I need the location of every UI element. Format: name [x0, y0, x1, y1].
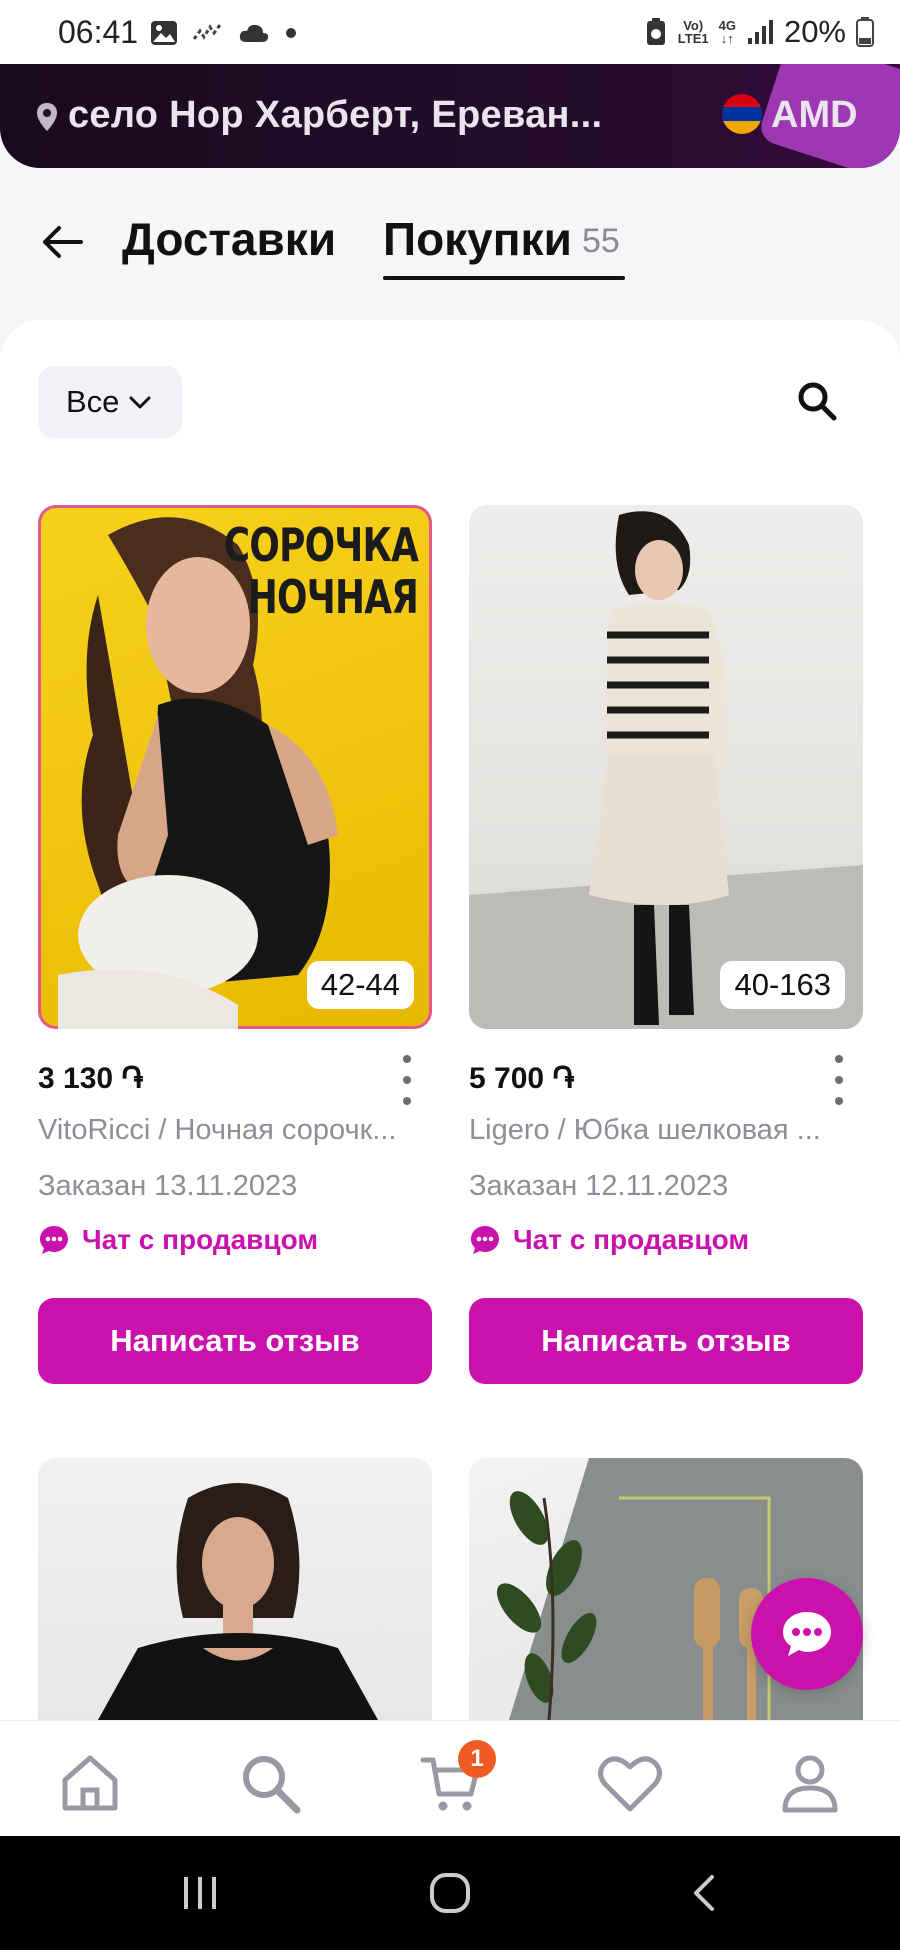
dot [403, 1076, 411, 1084]
support-chat-button[interactable] [751, 1578, 863, 1690]
order-date: Заказан 12.11.2023 [469, 1170, 729, 1202]
nav-search-button[interactable] [235, 1748, 305, 1818]
home-circle-icon [430, 1873, 470, 1913]
product-title[interactable]: Ligero / Юбка шелковая ... [469, 1114, 863, 1147]
write-review-button[interactable]: Написать отзыв [469, 1298, 863, 1384]
search-button[interactable] [790, 374, 844, 428]
dot [403, 1097, 411, 1105]
size-badge: 40-163 [720, 961, 845, 1009]
recent-apps-button[interactable] [170, 1866, 230, 1920]
product-image[interactable]: 40-163 [469, 505, 863, 1029]
dot [835, 1076, 843, 1084]
location-pin-icon [37, 103, 57, 131]
tab-purchases[interactable]: Покупки [383, 212, 572, 266]
active-tab-indicator [383, 276, 625, 280]
dot [403, 1055, 411, 1063]
dot [835, 1055, 843, 1063]
image-caption-line-1: СОРОЧКА [223, 518, 419, 572]
dot-icon [286, 28, 296, 38]
profile-icon [782, 1755, 838, 1813]
image-icon [151, 21, 177, 45]
location-text: село Нор Харберт, Ереван... [68, 94, 603, 136]
network-4g-icon: 4G ↓↑ [718, 18, 736, 46]
home-system-button[interactable] [420, 1866, 480, 1920]
filter-dropdown[interactable]: Все [38, 366, 182, 438]
back-system-button[interactable] [673, 1866, 733, 1920]
chat-with-seller-link[interactable]: Чат с продавцом [469, 1224, 749, 1256]
signal-wave-icon [192, 24, 222, 40]
product-image[interactable]: СОРОЧКА НОЧНАЯ 42-44 [38, 505, 432, 1029]
product-menu-button[interactable] [397, 1055, 417, 1105]
chat-label: Чат с продавцом [82, 1224, 319, 1255]
chevron-down-icon [129, 396, 151, 409]
product-image-caption: СОРОЧКА НОЧНАЯ [223, 518, 419, 624]
tab-deliveries[interactable]: Доставки [122, 212, 336, 266]
chat-bubble-icon [40, 1226, 68, 1254]
order-date: Заказан 13.11.2023 [38, 1170, 298, 1202]
cloud-icon [239, 24, 269, 42]
chat-bubble-icon [783, 1612, 831, 1656]
product-photo-woman-skirt [469, 511, 863, 1029]
product-price: 5 700 ֏ [469, 1062, 575, 1095]
write-review-button[interactable]: Написать отзыв [38, 1298, 432, 1384]
cart-count-badge: 1 [458, 1740, 496, 1778]
chat-label: Чат с продавцом [513, 1224, 750, 1255]
nav-profile-button[interactable] [775, 1748, 845, 1818]
product-title[interactable]: VitoRicci / Ночная сорочк... [38, 1114, 432, 1147]
purchases-count: 55 [582, 222, 620, 260]
currency-label[interactable]: AMD [771, 94, 858, 137]
search-icon [243, 1756, 301, 1814]
armenia-flag-icon [722, 94, 762, 134]
product-menu-button[interactable] [829, 1055, 849, 1105]
arrow-left-icon [43, 226, 83, 258]
back-button[interactable] [36, 216, 88, 268]
chevron-left-icon [694, 1875, 714, 1911]
recent-apps-icon [184, 1877, 216, 1909]
filter-label: Все [66, 384, 120, 419]
status-notification-icons [150, 18, 298, 48]
signal-bars-icon [747, 20, 773, 44]
volte-icon: Vo) LTE1 [677, 18, 709, 46]
product-photo-woman-black-top [98, 1483, 378, 1720]
chat-bubble-icon [471, 1226, 499, 1254]
status-right: Vo) LTE1 4G ↓↑ 20% [644, 14, 874, 50]
search-icon [798, 382, 837, 421]
chat-with-seller-link[interactable]: Чат с продавцом [38, 1224, 318, 1256]
status-time: 06:41 [58, 14, 139, 50]
product-price: 3 130 ֏ [38, 1062, 144, 1095]
nav-home-button[interactable] [55, 1748, 125, 1818]
battery-icon [856, 17, 874, 47]
home-icon [62, 1755, 118, 1811]
battery-percent: 20% [783, 14, 846, 49]
heart-icon [598, 1756, 662, 1812]
battery-saver-icon [646, 18, 665, 45]
size-badge: 42-44 [306, 961, 414, 1009]
location-bar[interactable]: село Нор Харберт, Ереван... AMD [0, 64, 900, 168]
product-image[interactable] [38, 1458, 432, 1720]
image-caption-line-2: НОЧНАЯ [247, 570, 419, 624]
nav-favorites-button[interactable] [595, 1748, 665, 1818]
dot [835, 1097, 843, 1105]
